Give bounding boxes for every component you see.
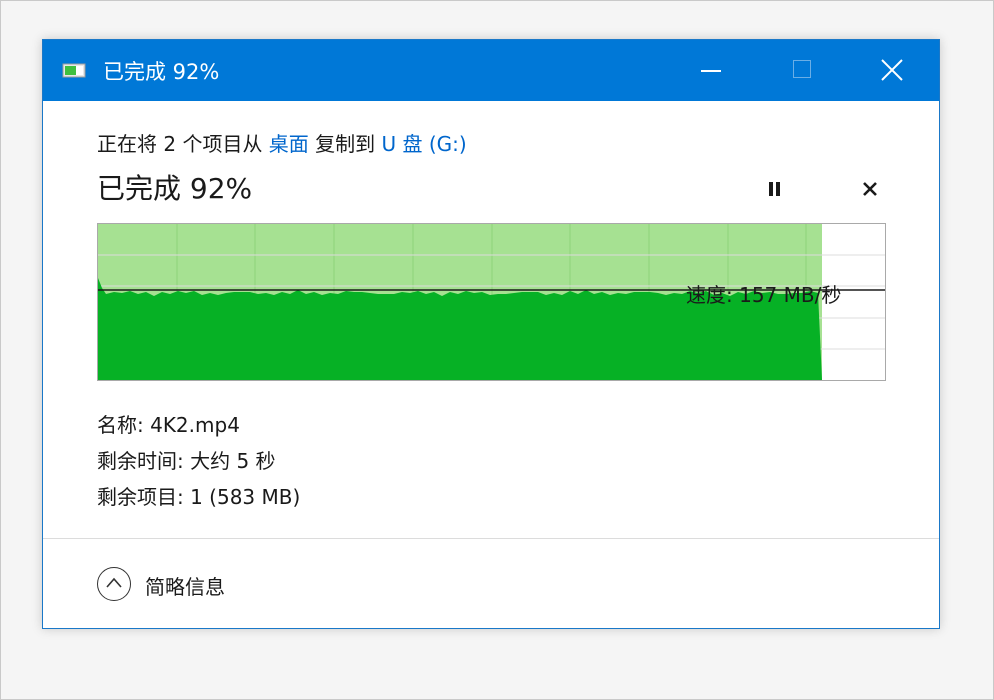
copy-app-icon (62, 63, 86, 78)
speed-label: 速度: 157 MB/秒 (686, 283, 842, 307)
minimize-button[interactable] (687, 40, 737, 101)
items-remaining: 剩余项目: 1 (583 MB) (97, 485, 301, 509)
source-link[interactable]: 桌面 (269, 132, 309, 156)
copy-dialog: 已完成 92% 正在将 2 个项目从 桌面 复制到 U 盘 (G:) 已完成 9… (42, 39, 940, 629)
copy-description-prefix: 正在将 2 个项目从 (97, 132, 269, 156)
file-name: 名称: 4K2.mp4 (97, 413, 240, 437)
pause-button[interactable] (761, 176, 791, 202)
less-info-label: 简略信息 (145, 575, 225, 599)
progress-title: 已完成 92% (97, 172, 253, 205)
copy-description: 正在将 2 个项目从 桌面 复制到 U 盘 (G:) (97, 128, 467, 157)
close-icon (881, 59, 903, 81)
title-bar[interactable]: 已完成 92% (43, 40, 939, 101)
window-title: 已完成 92% (103, 60, 220, 84)
maximize-button[interactable] (777, 40, 827, 101)
close-button[interactable] (867, 40, 917, 101)
destination-link[interactable]: U 盘 (G:) (382, 132, 467, 156)
chevron-up-icon (97, 567, 131, 601)
cancel-icon (863, 182, 877, 196)
cancel-button[interactable] (855, 174, 885, 204)
less-info-toggle[interactable]: 简略信息 (97, 567, 287, 603)
footer-divider (43, 538, 939, 539)
time-remaining: 剩余时间: 大约 5 秒 (97, 449, 276, 473)
copy-description-middle: 复制到 (308, 132, 382, 156)
